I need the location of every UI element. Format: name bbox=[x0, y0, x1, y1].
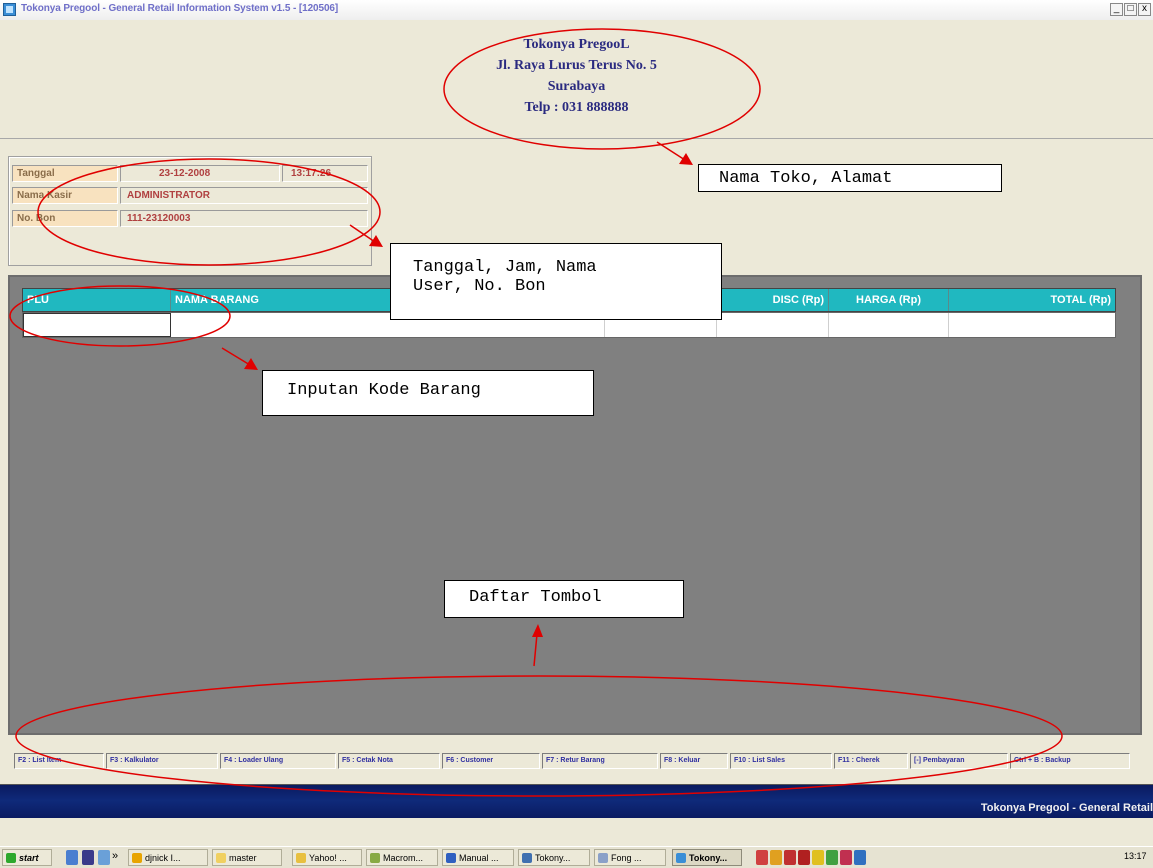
annotation-overlay bbox=[9, 28, 1063, 797]
plu-highlight-ellipse bbox=[9, 285, 231, 347]
arrow-head bbox=[369, 235, 383, 247]
info-highlight-ellipse bbox=[37, 158, 381, 266]
arrow-head bbox=[679, 153, 693, 165]
arrow-line bbox=[221, 347, 251, 366]
arrow-head bbox=[532, 624, 543, 637]
arrow-line bbox=[656, 141, 686, 161]
store-highlight-ellipse bbox=[443, 28, 761, 150]
buttons-highlight-ellipse bbox=[15, 675, 1063, 797]
arrow-line bbox=[533, 633, 538, 667]
arrow-head bbox=[244, 358, 258, 370]
